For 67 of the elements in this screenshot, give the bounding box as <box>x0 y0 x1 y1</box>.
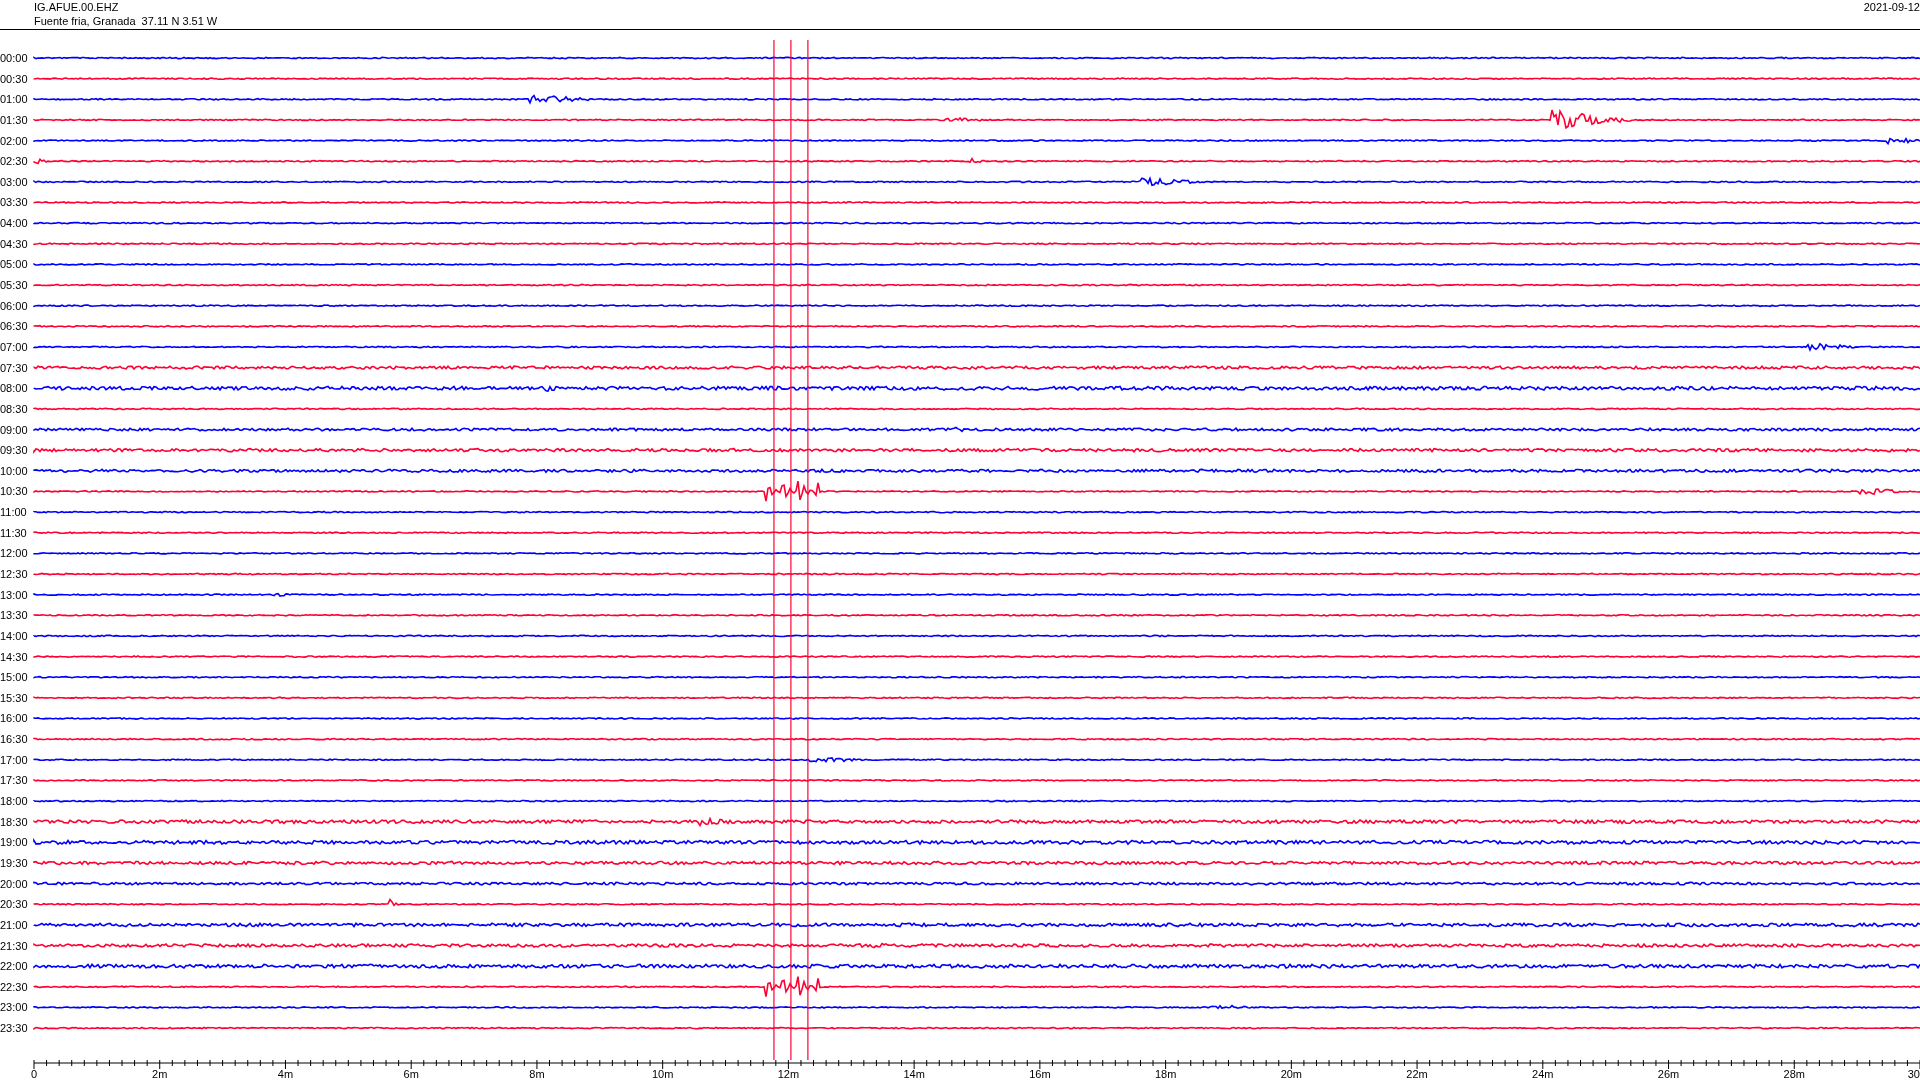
time-label: 16:00 <box>0 712 28 725</box>
axis-tick-label: 18m <box>1154 1068 1177 1080</box>
time-label: 13:00 <box>0 588 28 601</box>
time-label: 18:00 <box>0 795 28 808</box>
time-label: 19:00 <box>0 836 28 849</box>
axis-tick-label: 14m <box>903 1068 925 1080</box>
axis-tick-label: 22m <box>1406 1068 1428 1080</box>
time-label: 10:00 <box>0 464 28 477</box>
axis-tick-label: 8m <box>529 1068 545 1080</box>
time-label: 04:00 <box>0 217 28 230</box>
time-label: 12:00 <box>0 547 28 560</box>
date-label: 2021-09-12 <box>1863 0 1920 15</box>
time-label: 22:00 <box>0 960 28 973</box>
time-label: 09:30 <box>0 444 28 457</box>
time-label: 17:00 <box>0 753 28 766</box>
time-label: 15:30 <box>0 691 28 704</box>
time-label: 17:30 <box>0 774 28 787</box>
time-label: 01:30 <box>0 113 28 126</box>
time-label: 20:30 <box>0 898 28 911</box>
time-label: 20:00 <box>0 877 28 890</box>
time-label: 18:30 <box>0 815 28 828</box>
time-label: 19:30 <box>0 856 28 869</box>
time-label: 23:30 <box>0 1022 28 1035</box>
channel-code: IG.AFUE.00.EHZ <box>34 0 120 14</box>
time-label: 05:00 <box>0 258 28 271</box>
time-label: 22:30 <box>0 980 28 993</box>
axis-tick-label: 16m <box>1029 1068 1051 1080</box>
time-label: 14:30 <box>0 650 28 663</box>
time-label: 11:00 <box>0 506 27 519</box>
time-label: 02:00 <box>0 134 28 147</box>
time-label: 00:30 <box>0 72 28 85</box>
time-label: 14:00 <box>0 629 28 642</box>
time-label: 05:30 <box>0 279 28 292</box>
time-label: 01:00 <box>0 93 28 106</box>
time-label: 15:00 <box>0 671 28 684</box>
axis-tick-label: 2m <box>152 1068 168 1080</box>
time-label: 06:00 <box>0 299 28 312</box>
time-label: 06:30 <box>0 320 28 333</box>
axis-tick-label: 24m <box>1532 1068 1554 1080</box>
axis-tick-label: 30 <box>1907 1068 1920 1080</box>
time-label: 04:30 <box>0 237 28 250</box>
time-label: 21:00 <box>0 918 28 931</box>
axis-tick-label: 12m <box>777 1068 800 1080</box>
time-label: 11:30 <box>0 526 27 539</box>
axis-tick-label: 20m <box>1280 1068 1303 1080</box>
time-label: 21:30 <box>0 939 28 952</box>
time-label: 12:30 <box>0 568 28 580</box>
axis-tick-label: 26m <box>1657 1068 1680 1080</box>
station-location: Fuente fria, Granada 37.11 N 3.51 W <box>34 14 218 28</box>
axis-tick-label: 6m <box>403 1068 419 1080</box>
time-label: 09:00 <box>0 423 28 436</box>
time-label: 07:30 <box>0 361 28 374</box>
axis-tick-label: 0 <box>31 1068 38 1080</box>
time-label: 08:00 <box>0 382 28 395</box>
time-label: 03:00 <box>0 175 28 188</box>
time-label: 13:30 <box>0 609 28 622</box>
axis-tick-label: 28m <box>1783 1068 1805 1080</box>
time-label: 23:00 <box>0 1001 28 1014</box>
time-label: 02:30 <box>0 155 28 168</box>
time-label: 07:00 <box>0 340 28 353</box>
time-label: 10:30 <box>0 485 28 498</box>
axis-tick-label: 4m <box>277 1068 294 1080</box>
time-label: 00:00 <box>0 52 28 64</box>
time-label: 16:30 <box>0 733 28 746</box>
time-label: 03:30 <box>0 196 28 209</box>
axis-tick-label: 10m <box>651 1068 674 1080</box>
time-label: 08:30 <box>0 402 28 415</box>
